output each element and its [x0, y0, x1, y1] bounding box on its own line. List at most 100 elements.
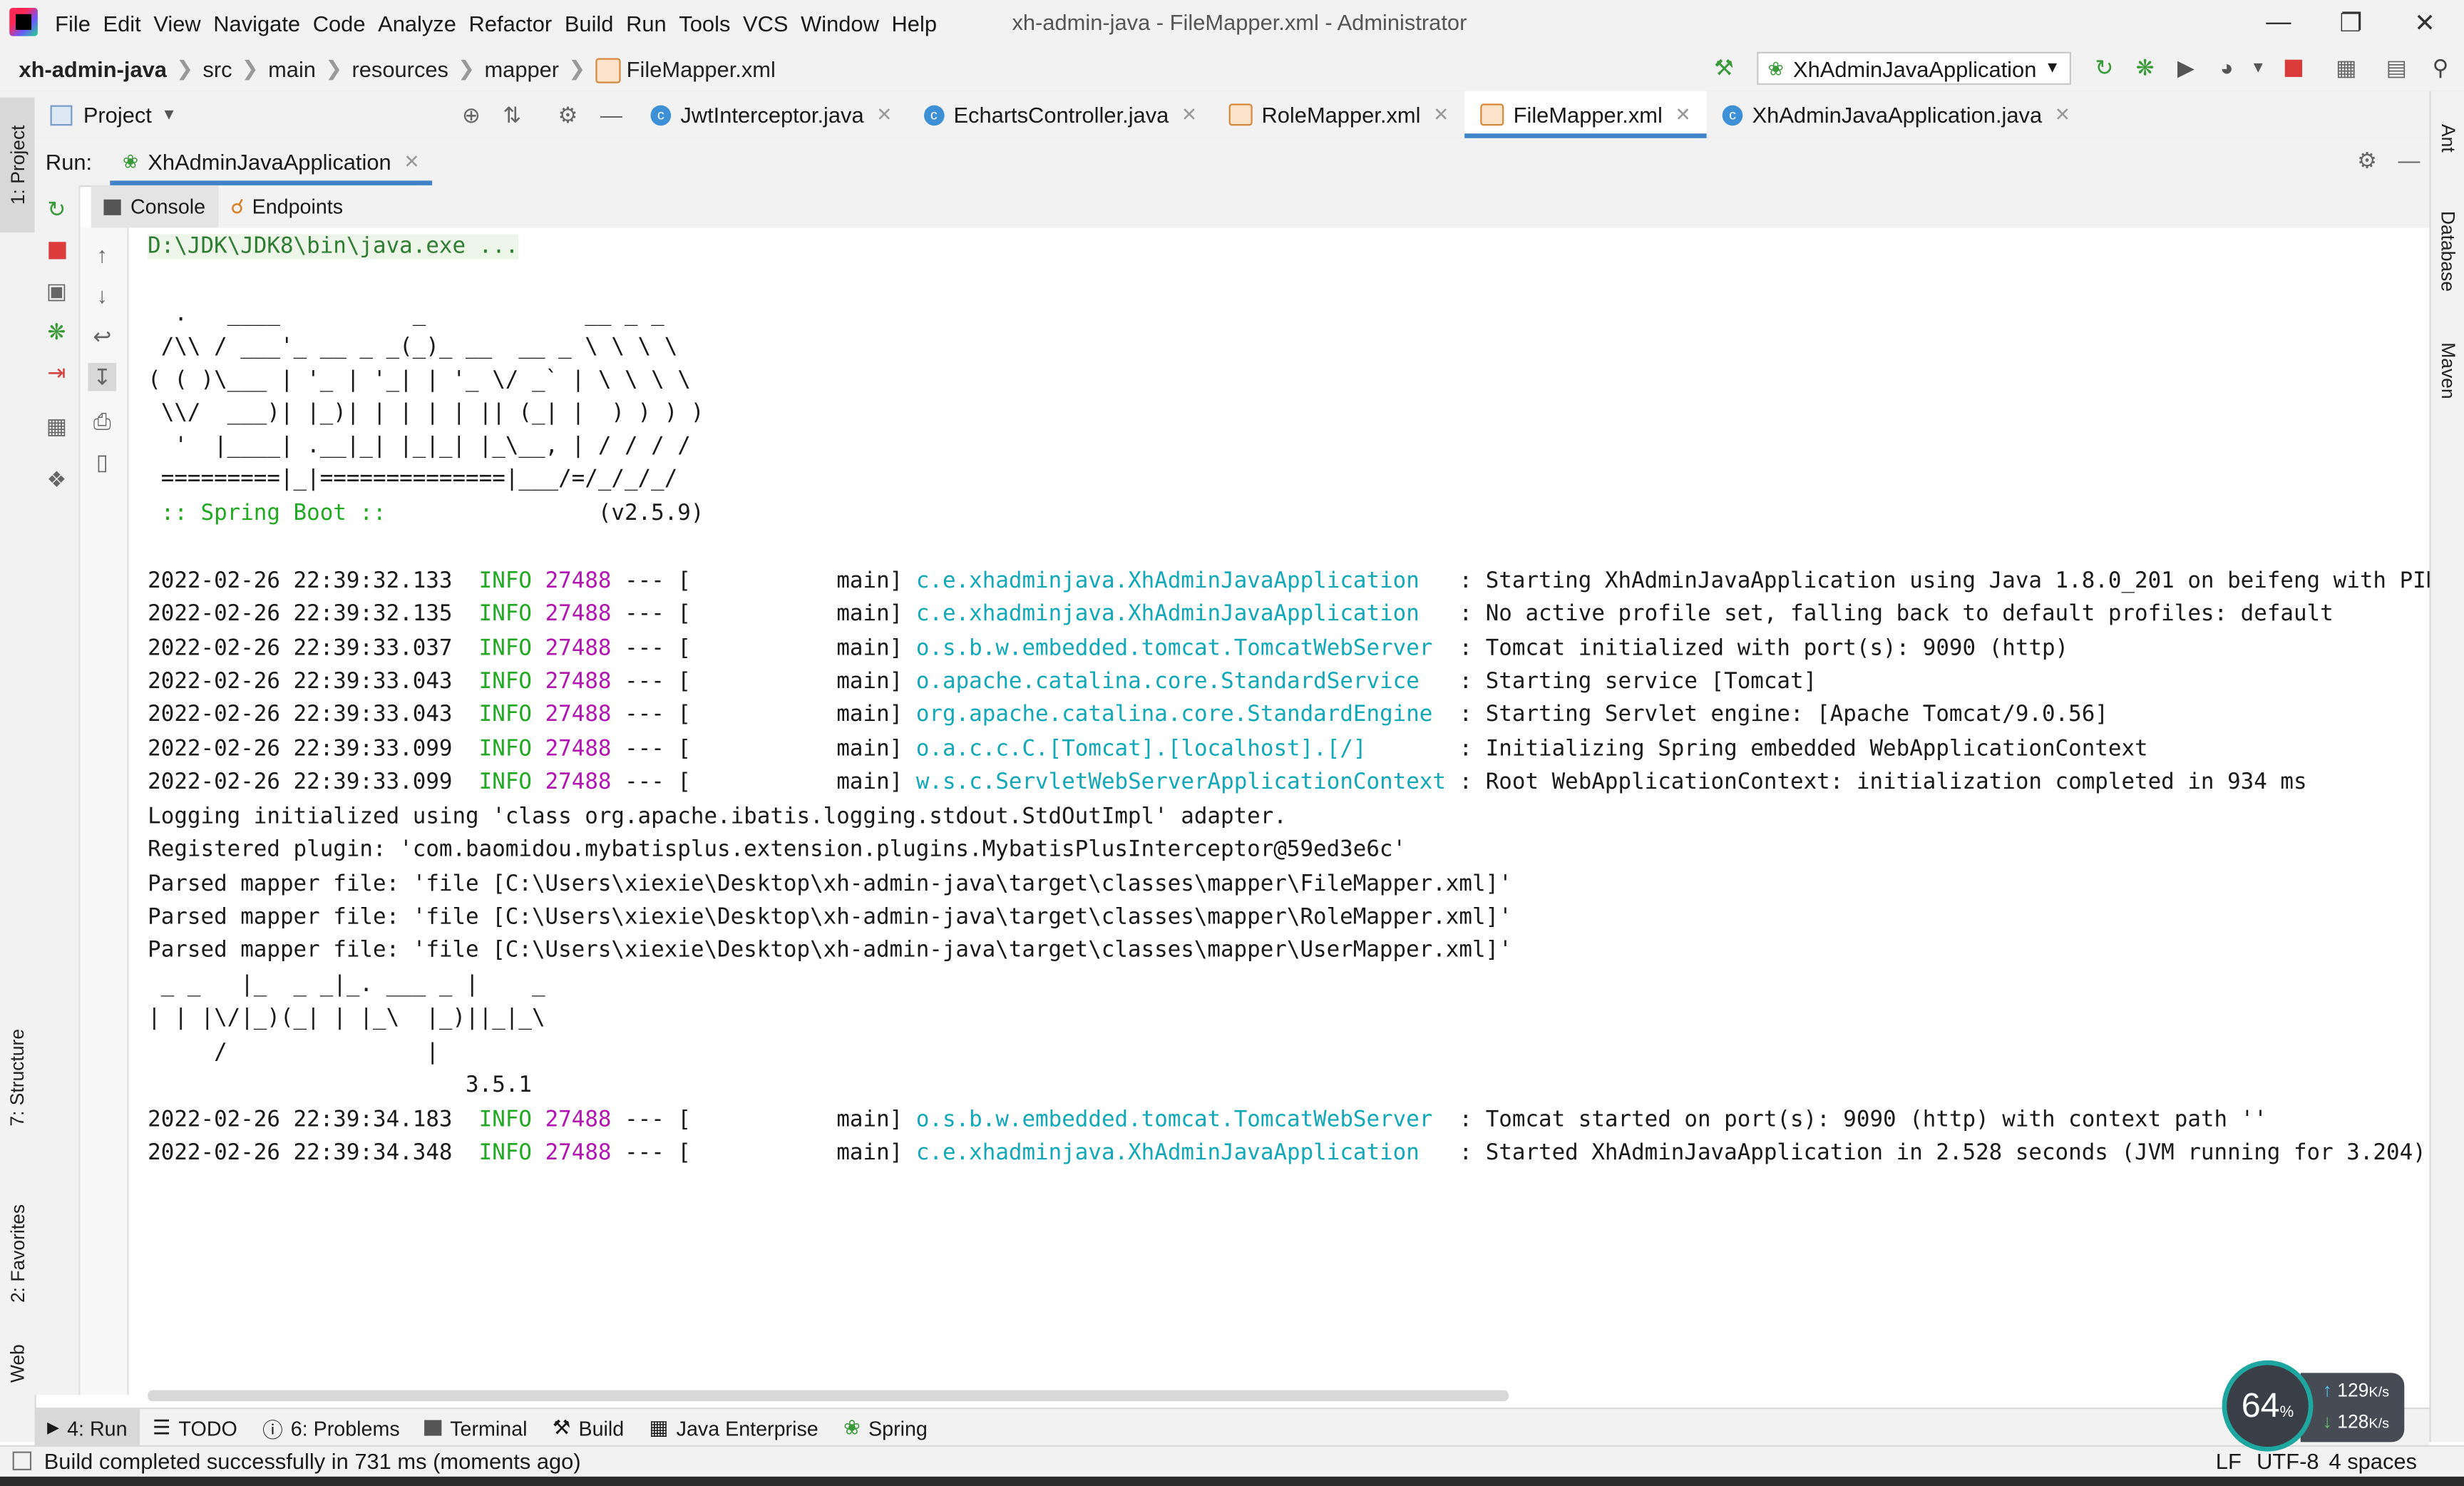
maximize-button[interactable]: ❐: [2315, 0, 2387, 46]
close-icon[interactable]: ✕: [1181, 103, 1197, 125]
tab-run[interactable]: ▶ 4: Run: [34, 1409, 140, 1447]
soft-wrap-icon[interactable]: ↩: [88, 322, 116, 351]
menu-view[interactable]: View: [153, 10, 210, 35]
tab-java-enterprise[interactable]: ▦ Java Enterprise: [637, 1409, 831, 1447]
tab-xhadminjavaapplication[interactable]: c XhAdminJavaApplication.java ✕: [1707, 91, 2086, 138]
scroll-to-end-icon[interactable]: ↧: [88, 362, 117, 391]
tab-build[interactable]: ⚒ Build: [540, 1409, 637, 1447]
debug-icon[interactable]: ❋: [2131, 53, 2160, 82]
debug-icon[interactable]: ❋: [43, 317, 71, 346]
hide-panel-icon[interactable]: —: [2398, 148, 2420, 173]
breadcrumb-src[interactable]: src: [202, 56, 232, 81]
rerun-icon[interactable]: ↻: [2090, 53, 2118, 82]
tab-todo[interactable]: ☰ TODO: [140, 1409, 250, 1447]
menu-code[interactable]: Code: [313, 10, 375, 35]
breadcrumb-file[interactable]: FileMapper.xml: [627, 56, 776, 81]
tool-window-toggle-icon[interactable]: [12, 1451, 32, 1471]
profile-icon[interactable]: ◕: [2212, 53, 2241, 82]
run-tab-xhadminjavaapplication[interactable]: ❀ XhAdminJavaApplication ✕: [110, 138, 433, 185]
close-window-button[interactable]: ✕: [2388, 0, 2460, 46]
xml-file-icon: [1480, 103, 1504, 126]
project-structure-icon[interactable]: ▦: [2332, 53, 2361, 82]
log-line: 2022-02-26 22:39:33.037 INFO 27488 --- […: [148, 636, 2069, 662]
breadcrumb-main[interactable]: main: [268, 56, 316, 81]
tab-echartscontroller[interactable]: c EchartsController.java ✕: [908, 91, 1213, 138]
trash-icon[interactable]: ▯: [88, 448, 116, 476]
database-tool-tab[interactable]: Database: [2431, 192, 2464, 311]
tab-spring[interactable]: ❀ Spring: [831, 1409, 940, 1447]
menu-file[interactable]: File: [55, 10, 100, 35]
gear-icon[interactable]: ⚙: [2357, 148, 2377, 174]
close-icon[interactable]: ✕: [404, 150, 419, 173]
hide-panel-icon[interactable]: —: [600, 102, 622, 127]
minimize-button[interactable]: —: [2242, 0, 2314, 46]
menu-refactor[interactable]: Refactor: [469, 10, 562, 35]
gear-icon[interactable]: ⚙: [558, 101, 578, 128]
run-configuration-select[interactable]: ❀ XhAdminJavaApplication ▼: [1757, 51, 2072, 85]
print-icon[interactable]: ⎙: [88, 407, 116, 436]
pin-icon[interactable]: ❖: [43, 465, 71, 493]
camera-icon[interactable]: ▣: [43, 277, 71, 305]
chevron-down-icon[interactable]: ▼: [2244, 53, 2272, 82]
arrow-down-icon[interactable]: ↓: [88, 281, 116, 309]
project-tool-tab[interactable]: 1: Project: [0, 97, 35, 233]
stop-icon[interactable]: [2279, 53, 2307, 82]
menu-vcs[interactable]: VCS: [743, 10, 798, 35]
tab-problems[interactable]: ⓘ 6: Problems: [250, 1409, 412, 1447]
chevron-down-icon: ▼: [2044, 59, 2060, 77]
tab-filemapper[interactable]: FileMapper.xml ✕: [1464, 91, 1707, 138]
hammer-build-icon[interactable]: ⚒: [1710, 53, 1738, 82]
file-encoding[interactable]: UTF-8: [2257, 1448, 2319, 1473]
coverage-icon[interactable]: ▶: [2172, 53, 2200, 82]
favorites-tool-tab[interactable]: 2: Favorites: [0, 1175, 34, 1332]
arrow-up-icon[interactable]: ↑: [88, 240, 116, 269]
web-tool-tab[interactable]: Web: [0, 1332, 34, 1395]
tab-jwtinterceptor[interactable]: c JwtInterceptor.java ✕: [635, 91, 908, 138]
project-panel-header: Project ▼ ⊕ ⇅ ⚙ —: [34, 91, 637, 140]
window-layout-icon[interactable]: ▤: [2382, 53, 2411, 82]
project-label[interactable]: Project: [83, 102, 152, 127]
search-icon[interactable]: ⚲: [2426, 53, 2455, 82]
chevron-down-icon[interactable]: ▼: [161, 106, 177, 123]
bottom-tool-tabs: ▶ 4: Run ☰ TODO ⓘ 6: Problems Terminal ⚒ Bui…: [34, 1407, 2430, 1447]
java-class-icon: c: [1722, 104, 1743, 125]
tab-endpoints[interactable]: ☌ Endpoints: [218, 185, 356, 227]
maven-tool-tab[interactable]: Maven: [2431, 327, 2464, 414]
menu-help[interactable]: Help: [892, 10, 947, 35]
status-bar: Build completed successfully in 731 ms (…: [0, 1445, 2464, 1479]
menu-run[interactable]: Run: [626, 10, 676, 35]
breadcrumb-resources[interactable]: resources: [351, 56, 448, 81]
indent-setting[interactable]: 4 spaces: [2329, 1448, 2417, 1473]
menu-navigate[interactable]: Navigate: [213, 10, 309, 35]
menu-analyze[interactable]: Analyze: [378, 10, 466, 35]
close-icon[interactable]: ✕: [876, 103, 892, 125]
horizontal-scrollbar[interactable]: [148, 1390, 1509, 1402]
console-line: Parsed mapper file: 'file [C:\Users\xiex…: [148, 904, 1512, 931]
menu-tools[interactable]: Tools: [679, 10, 739, 35]
menu-edit[interactable]: Edit: [103, 10, 150, 35]
stop-icon[interactable]: [43, 235, 71, 264]
locate-icon[interactable]: ⊕: [462, 101, 481, 128]
line-separator[interactable]: LF: [2216, 1448, 2242, 1473]
close-icon[interactable]: ✕: [1433, 103, 1449, 125]
tab-terminal[interactable]: Terminal: [412, 1409, 540, 1447]
exit-icon[interactable]: ⇥: [43, 358, 71, 386]
menu-window[interactable]: Window: [801, 10, 888, 35]
status-message[interactable]: Build completed successfully in 731 ms (…: [44, 1448, 581, 1473]
breadcrumb-mapper[interactable]: mapper: [484, 56, 559, 81]
tab-rolemapper[interactable]: RoleMapper.xml ✕: [1213, 91, 1464, 138]
close-icon[interactable]: ✕: [1675, 103, 1690, 125]
collapse-all-icon[interactable]: ⇅: [503, 101, 521, 128]
rerun-icon[interactable]: ↻: [43, 195, 71, 223]
tab-console[interactable]: Console: [91, 185, 218, 228]
close-icon[interactable]: ✕: [2055, 103, 2070, 125]
memory-usage-percent-unit: %: [2279, 1403, 2294, 1421]
console-output[interactable]: D:\JDK\JDK8\bin\java.exe ... . ____ _ __…: [128, 227, 2430, 1398]
menu-build[interactable]: Build: [565, 10, 623, 35]
log-line: 2022-02-26 22:39:32.135 INFO 27488 --- […: [148, 601, 2334, 627]
layout-icon[interactable]: ▦: [43, 411, 71, 440]
ant-tool-tab[interactable]: Ant: [2431, 107, 2464, 170]
structure-tool-tab[interactable]: 7: Structure: [0, 1003, 34, 1153]
memory-usage-gauge: 64%: [2222, 1360, 2314, 1452]
breadcrumb-project[interactable]: xh-admin-java: [19, 56, 166, 81]
